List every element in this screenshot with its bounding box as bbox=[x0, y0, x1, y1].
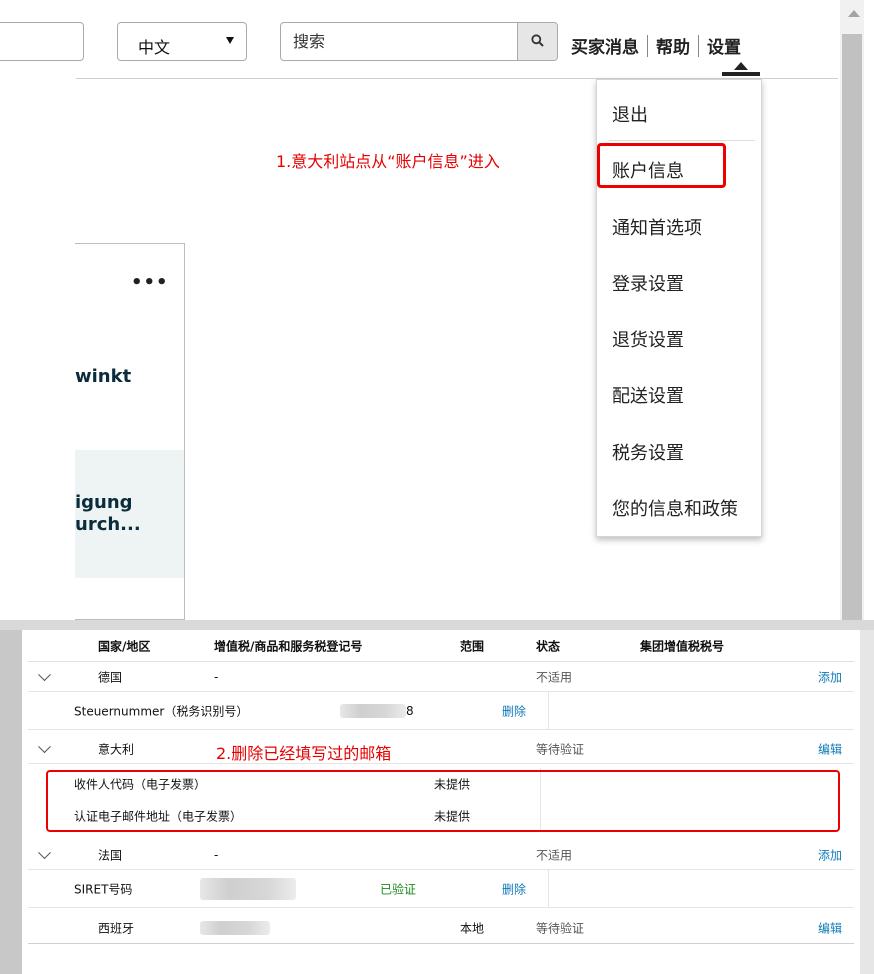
value-tail: 8 bbox=[406, 703, 414, 718]
col-scope: 范围 bbox=[460, 639, 485, 653]
annotation-step-1: 1.意大利站点从“账户信息”进入 bbox=[276, 152, 500, 171]
scope: 本地 bbox=[460, 921, 485, 935]
dropdown-pointer bbox=[734, 62, 748, 70]
search-box bbox=[280, 22, 558, 61]
vat-number: - bbox=[214, 847, 219, 862]
redacted-value bbox=[200, 877, 296, 900]
verified-badge: 已验证 bbox=[380, 882, 417, 896]
edit-link[interactable]: 编辑 bbox=[818, 740, 842, 757]
screenshot-separator bbox=[0, 620, 874, 630]
menu-divider bbox=[609, 140, 755, 141]
add-link[interactable]: 添加 bbox=[818, 668, 842, 685]
col-status: 状态 bbox=[536, 639, 561, 653]
card-text: winkt bbox=[75, 366, 132, 387]
left-input-stub[interactable] bbox=[0, 22, 84, 61]
settings-active-underline bbox=[722, 72, 760, 76]
menu-item-login-settings[interactable]: 登录设置 bbox=[612, 270, 684, 296]
table-row-spain: 西班牙 本地 等待验证 编辑 bbox=[28, 912, 854, 944]
edit-link[interactable]: 编辑 bbox=[818, 919, 842, 936]
table-header: 国家/地区 增值税/商品和服务税登记号 范围 状态 集团增值税税号 bbox=[28, 630, 854, 662]
left-gutter bbox=[0, 630, 22, 974]
card-panel-line-2: urch... bbox=[75, 514, 141, 535]
card-panel-line-1: igung bbox=[75, 492, 133, 513]
scroll-up-arrow-icon[interactable] bbox=[848, 10, 860, 17]
country-name: 意大利 bbox=[98, 742, 135, 756]
col-country: 国家/地区 bbox=[98, 639, 151, 653]
redacted-value bbox=[200, 920, 270, 935]
menu-item-your-info-and-policies[interactable]: 您的信息和政策 bbox=[612, 495, 738, 521]
status: 等待验证 bbox=[536, 742, 585, 756]
table-subrow-germany-tax-id: Steuernummer（税务识别号） 8 删除 bbox=[28, 692, 854, 730]
language-select[interactable]: 中文 bbox=[117, 22, 247, 61]
tax-registration-screenshot: 国家/地区 增值税/商品和服务税登记号 范围 状态 集团增值税税号 德国 - 不… bbox=[0, 630, 874, 974]
column-divider bbox=[548, 692, 549, 729]
field-label: SIRET号码 bbox=[74, 882, 133, 896]
vat-number: - bbox=[214, 669, 219, 684]
nav-divider bbox=[647, 34, 648, 57]
nav-buyer-messages[interactable]: 买家消息 bbox=[571, 38, 639, 58]
content-card: ••• winkt igung urch... bbox=[75, 243, 185, 620]
column-divider bbox=[548, 870, 549, 907]
search-button[interactable] bbox=[517, 23, 557, 60]
more-options-icon[interactable]: ••• bbox=[131, 272, 169, 293]
delete-link[interactable]: 删除 bbox=[502, 880, 526, 897]
col-vat-number: 增值税/商品和服务税登记号 bbox=[214, 639, 363, 653]
status: 等待验证 bbox=[536, 921, 585, 935]
country-name: 西班牙 bbox=[98, 921, 135, 935]
field-label: Steuernummer（税务识别号） bbox=[74, 704, 249, 718]
caret-down-icon bbox=[226, 37, 234, 44]
table-row-italy: 意大利 等待验证 编辑 bbox=[28, 734, 854, 764]
status: 不适用 bbox=[536, 670, 573, 684]
redacted-value bbox=[340, 703, 406, 718]
right-gutter bbox=[860, 630, 874, 974]
status: 不适用 bbox=[536, 848, 573, 862]
chevron-down-icon[interactable] bbox=[38, 739, 51, 753]
language-value: 中文 bbox=[138, 38, 171, 57]
chevron-down-icon[interactable] bbox=[38, 845, 51, 859]
country-name: 德国 bbox=[98, 670, 123, 684]
scrollbar-thumb[interactable] bbox=[842, 34, 862, 620]
col-group-vat: 集团增值税税号 bbox=[640, 639, 725, 653]
nav-help[interactable]: 帮助 bbox=[656, 38, 690, 58]
table-subrow-france-siret: SIRET号码 已验证 删除 bbox=[28, 870, 854, 908]
account-info-highlight-box bbox=[597, 143, 726, 188]
annotation-step-2: 2.删除已经填写过的邮箱 bbox=[216, 744, 392, 763]
chevron-down-icon[interactable] bbox=[38, 667, 51, 681]
add-link[interactable]: 添加 bbox=[818, 846, 842, 863]
nav-divider bbox=[698, 34, 699, 57]
delete-link[interactable]: 删除 bbox=[502, 702, 526, 719]
menu-item-return-settings[interactable]: 退货设置 bbox=[612, 326, 684, 352]
settings-dropdown-menu: 退出 账户信息 通知首选项 登录设置 退货设置 配送设置 税务设置 您的信息和政… bbox=[596, 79, 762, 537]
top-nav: 买家消息 帮助 设置 bbox=[571, 33, 741, 58]
card-panel-text: igung urch... bbox=[75, 492, 141, 536]
menu-item-logout[interactable]: 退出 bbox=[612, 101, 648, 127]
nav-settings[interactable]: 设置 bbox=[707, 38, 741, 58]
menu-item-notification-preferences[interactable]: 通知首选项 bbox=[612, 214, 702, 240]
settings-page-screenshot: 中文 买家消息帮助设置 退出 账户信息 通知首选项 登录设置 退货设置 配送设置… bbox=[0, 0, 874, 620]
search-icon bbox=[531, 34, 544, 47]
table-row-france: 法国 - 不适用 添加 bbox=[28, 840, 854, 870]
card-panel[interactable]: igung urch... bbox=[75, 450, 184, 578]
menu-item-shipping-settings[interactable]: 配送设置 bbox=[612, 382, 684, 408]
italy-email-highlight-box bbox=[46, 770, 840, 832]
country-name: 法国 bbox=[98, 848, 123, 862]
menu-item-tax-settings[interactable]: 税务设置 bbox=[612, 439, 684, 465]
table-row-germany: 德国 - 不适用 添加 bbox=[28, 662, 854, 692]
search-input[interactable] bbox=[281, 23, 518, 60]
